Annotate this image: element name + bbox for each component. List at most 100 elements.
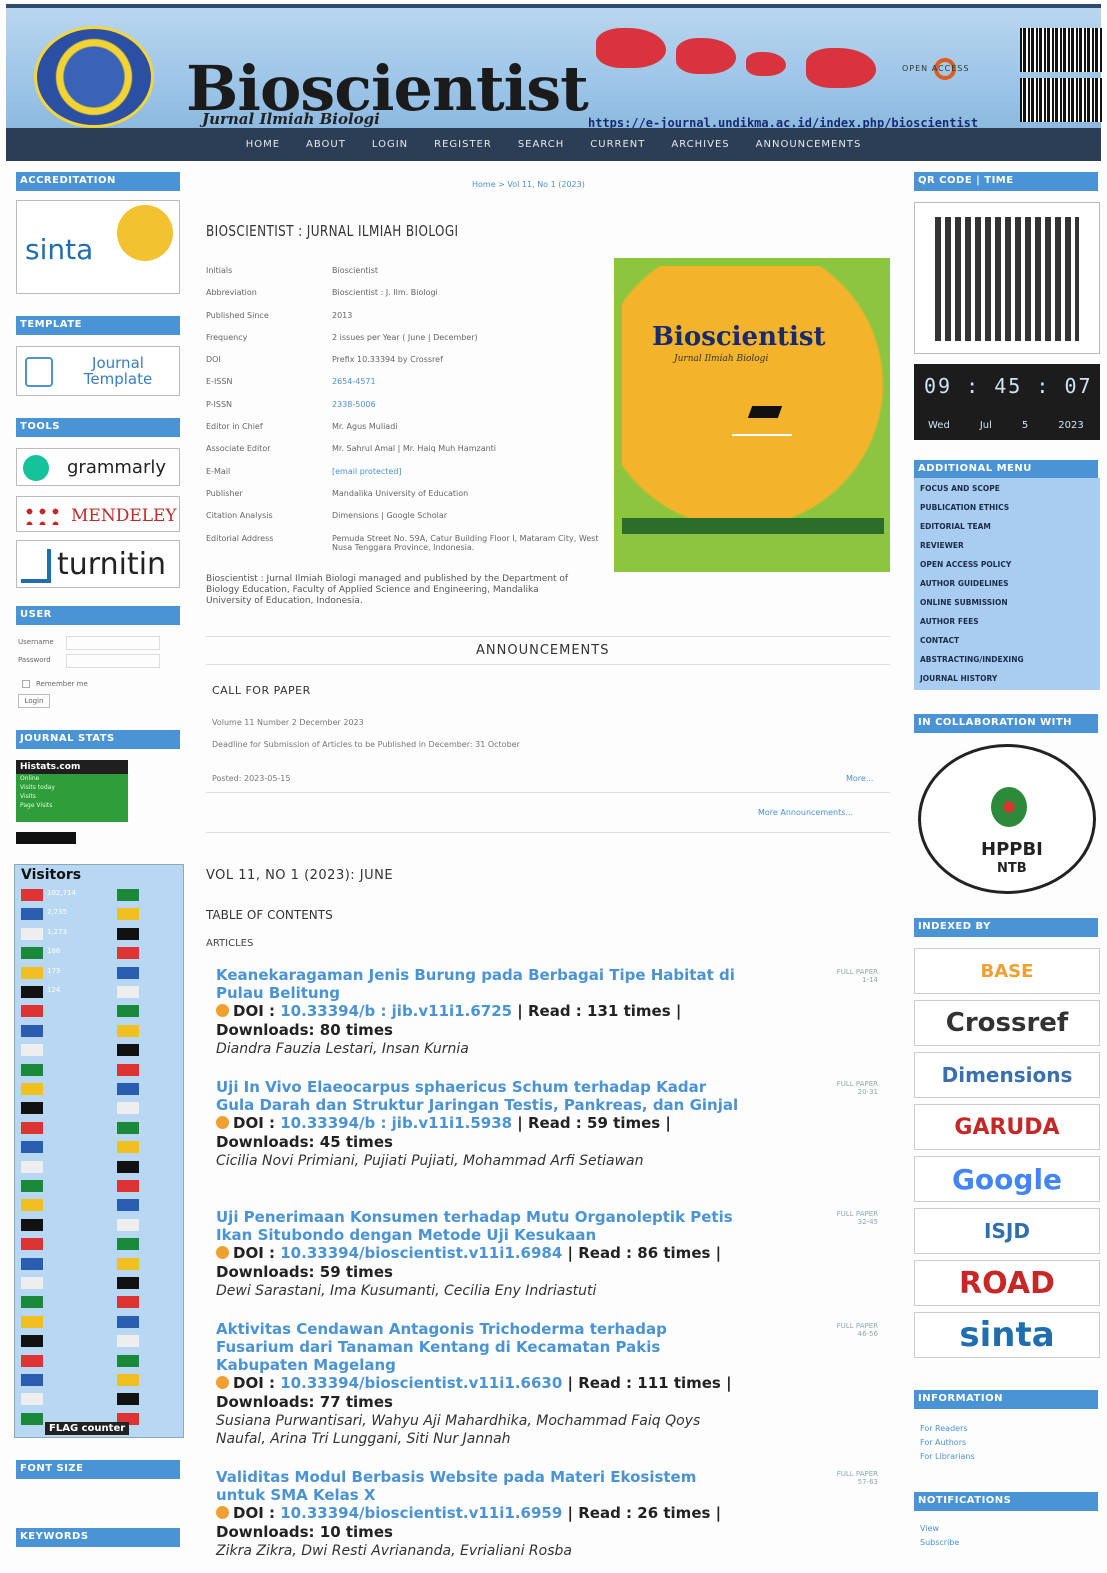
info-row: Citation Analysis Dimensions | Google Sch… [206, 511, 606, 533]
indexer-logo[interactable]: Crossref [914, 1000, 1100, 1046]
menu-item[interactable]: ABSTRACTING/INDEXING [914, 649, 1100, 668]
journal-cover: Bioscientist Jurnal Ilmiah Biologi [614, 258, 890, 572]
full-paper-link[interactable]: FULL PAPER 46-56 [812, 1322, 878, 1338]
flag-row [21, 1063, 139, 1076]
visitor-count [47, 1296, 99, 1308]
article-title[interactable]: Uji Penerimaan Konsumen terhadap Mutu Or… [216, 1208, 746, 1244]
info-key: Initials [206, 266, 233, 275]
full-paper-link[interactable]: FULL PAPER 20-31 [812, 1080, 878, 1096]
info-readers-link[interactable]: For Readers [920, 1424, 968, 1433]
times-label: times [345, 1021, 393, 1039]
info-librarians-link[interactable]: For Librarians [920, 1452, 975, 1461]
nav-archives[interactable]: ARCHIVES [671, 139, 729, 150]
flag-row [21, 1024, 139, 1037]
clock-hours: 09 [924, 374, 953, 398]
menu-item[interactable]: AUTHOR GUIDELINES [914, 573, 1100, 592]
indexer-logo[interactable]: GARUDA [914, 1104, 1100, 1150]
template-heading: TEMPLATE [16, 316, 180, 335]
nav-current[interactable]: CURRENT [590, 139, 645, 150]
flag-icon [21, 1296, 43, 1309]
full-paper-link[interactable]: FULL PAPER 1-14 [812, 968, 878, 984]
menu-item[interactable]: REVIEWER [914, 535, 1100, 554]
menu-item[interactable]: AUTHOR FEES [914, 611, 1100, 630]
document-icon [25, 357, 53, 387]
announcement-title[interactable]: CALL FOR PAPER [212, 684, 311, 697]
article-authors: Susiana Purwantisari, Wahyu Aji Mahardhi… [216, 1413, 701, 1447]
mendeley-link[interactable]: MENDELEY [16, 496, 180, 532]
doi-link[interactable]: 10.33394/bioscientist.v11i1.6630 [280, 1374, 562, 1392]
menu-item[interactable]: OPEN ACCESS POLICY [914, 554, 1100, 573]
flag-row: 2,735 [21, 908, 139, 921]
article-meta: DOI : 10.33394/b : jib.v11i1.5938 | Read… [216, 1114, 671, 1151]
menu-item[interactable]: CONTACT [914, 630, 1100, 649]
notif-subscribe-link[interactable]: Subscribe [920, 1538, 959, 1547]
indexer-logo[interactable]: sinta [914, 1312, 1100, 1358]
flag-row: 186 [21, 947, 139, 960]
menu-item[interactable]: ONLINE SUBMISSION [914, 592, 1100, 611]
doi-link[interactable]: 10.33394/b : jib.v11i1.6725 [280, 1002, 512, 1020]
sinta-badge[interactable]: sinta [16, 200, 180, 294]
remember-checkbox[interactable] [22, 680, 30, 688]
indexer-logo[interactable]: ISJD [914, 1208, 1100, 1254]
indonesia-map [676, 38, 736, 74]
histats-label: Histats.com [16, 760, 128, 774]
announcement-more-link[interactable]: More... [846, 774, 873, 783]
notif-view-link[interactable]: View [920, 1524, 939, 1533]
article-title[interactable]: Uji In Vivo Elaeocarpus sphaericus Schum… [216, 1078, 746, 1114]
journal-template-button[interactable]: Journal Template [16, 346, 180, 396]
flag-row [21, 1238, 139, 1251]
full-paper-link[interactable]: FULL PAPER 32-45 [812, 1210, 878, 1226]
tools-heading: TOOLS [16, 418, 180, 437]
downloads-count: 59 [319, 1263, 341, 1281]
nav-login[interactable]: LOGIN [372, 139, 408, 150]
main-nav: HOME ABOUT LOGIN REGISTER SEARCH CURRENT… [6, 128, 1101, 161]
indexer-logo[interactable]: Google [914, 1156, 1100, 1202]
password-input[interactable] [66, 654, 160, 668]
article-title[interactable]: Aktivitas Cendawan Antagonis Trichoderma… [216, 1320, 746, 1374]
grammarly-link[interactable]: grammarly [16, 448, 180, 486]
menu-item[interactable]: JOURNAL HISTORY [914, 668, 1100, 687]
flag-row [21, 1277, 139, 1289]
indexer-logo[interactable]: Dimensions [914, 1052, 1100, 1098]
more-announcements-link[interactable]: More Announcements... [758, 808, 853, 817]
menu-item[interactable]: EDITORIAL TEAM [914, 516, 1100, 535]
turnitin-link[interactable]: turnitin [16, 540, 180, 588]
visitors-flag-counter[interactable]: Visitors 102,714 2,735 1,273 186 173 124 FLAG… [14, 864, 184, 1438]
nav-home[interactable]: HOME [246, 139, 280, 150]
info-value[interactable]: 2338-5006 [332, 400, 606, 422]
indexer-logo[interactable]: BASE [914, 948, 1100, 994]
info-value[interactable]: [email protected] [332, 467, 606, 489]
menu-item[interactable]: PUBLICATION ETHICS [914, 497, 1100, 516]
info-row: P-ISSN 2338-5006 [206, 400, 606, 422]
read-count: 59 [587, 1114, 608, 1132]
downloads-count: 10 [319, 1523, 341, 1541]
flag-icon [21, 1083, 43, 1095]
full-paper-link[interactable]: FULL PAPER 57-63 [812, 1470, 878, 1486]
visitor-count [47, 1141, 99, 1153]
info-value[interactable]: 2654-4571 [332, 377, 606, 399]
article-title[interactable]: Keanekaragaman Jenis Burung pada Berbaga… [216, 966, 746, 1002]
doi-link[interactable]: 10.33394/b : jib.v11i1.5938 [280, 1114, 512, 1132]
breadcrumb[interactable]: Home > Vol 11, No 1 (2023) [472, 180, 585, 189]
flag-icon [117, 1374, 139, 1386]
menu-item[interactable]: FOCUS AND SCOPE [914, 478, 1100, 497]
visitor-count [47, 1199, 99, 1211]
info-authors-link[interactable]: For Authors [920, 1438, 966, 1447]
doi-link[interactable]: 10.33394/bioscientist.v11i1.6959 [280, 1504, 562, 1522]
username-input[interactable] [66, 636, 160, 650]
nav-about[interactable]: ABOUT [306, 139, 346, 150]
nav-register[interactable]: REGISTER [434, 139, 492, 150]
read-count: 86 [637, 1244, 659, 1262]
doi-label: DOI : [233, 1002, 276, 1020]
nav-announcements[interactable]: ANNOUNCEMENTS [756, 139, 862, 150]
histats-widget[interactable]: Histats.com Online Visits today Visits P… [16, 760, 128, 822]
remember-label: Remember me [36, 680, 88, 688]
barcode-icon [1020, 28, 1102, 72]
article-title[interactable]: Validitas Modul Berbasis Website pada Ma… [216, 1468, 746, 1504]
nav-search[interactable]: SEARCH [518, 139, 564, 150]
login-button[interactable]: Login [18, 694, 50, 708]
indexer-logo[interactable]: ROAD [914, 1260, 1100, 1306]
doi-link[interactable]: 10.33394/bioscientist.v11i1.6984 [280, 1244, 562, 1262]
visitors-heading: Visitors [21, 867, 82, 883]
hppbi-logo[interactable]: HPPBI NTB [918, 744, 1096, 894]
